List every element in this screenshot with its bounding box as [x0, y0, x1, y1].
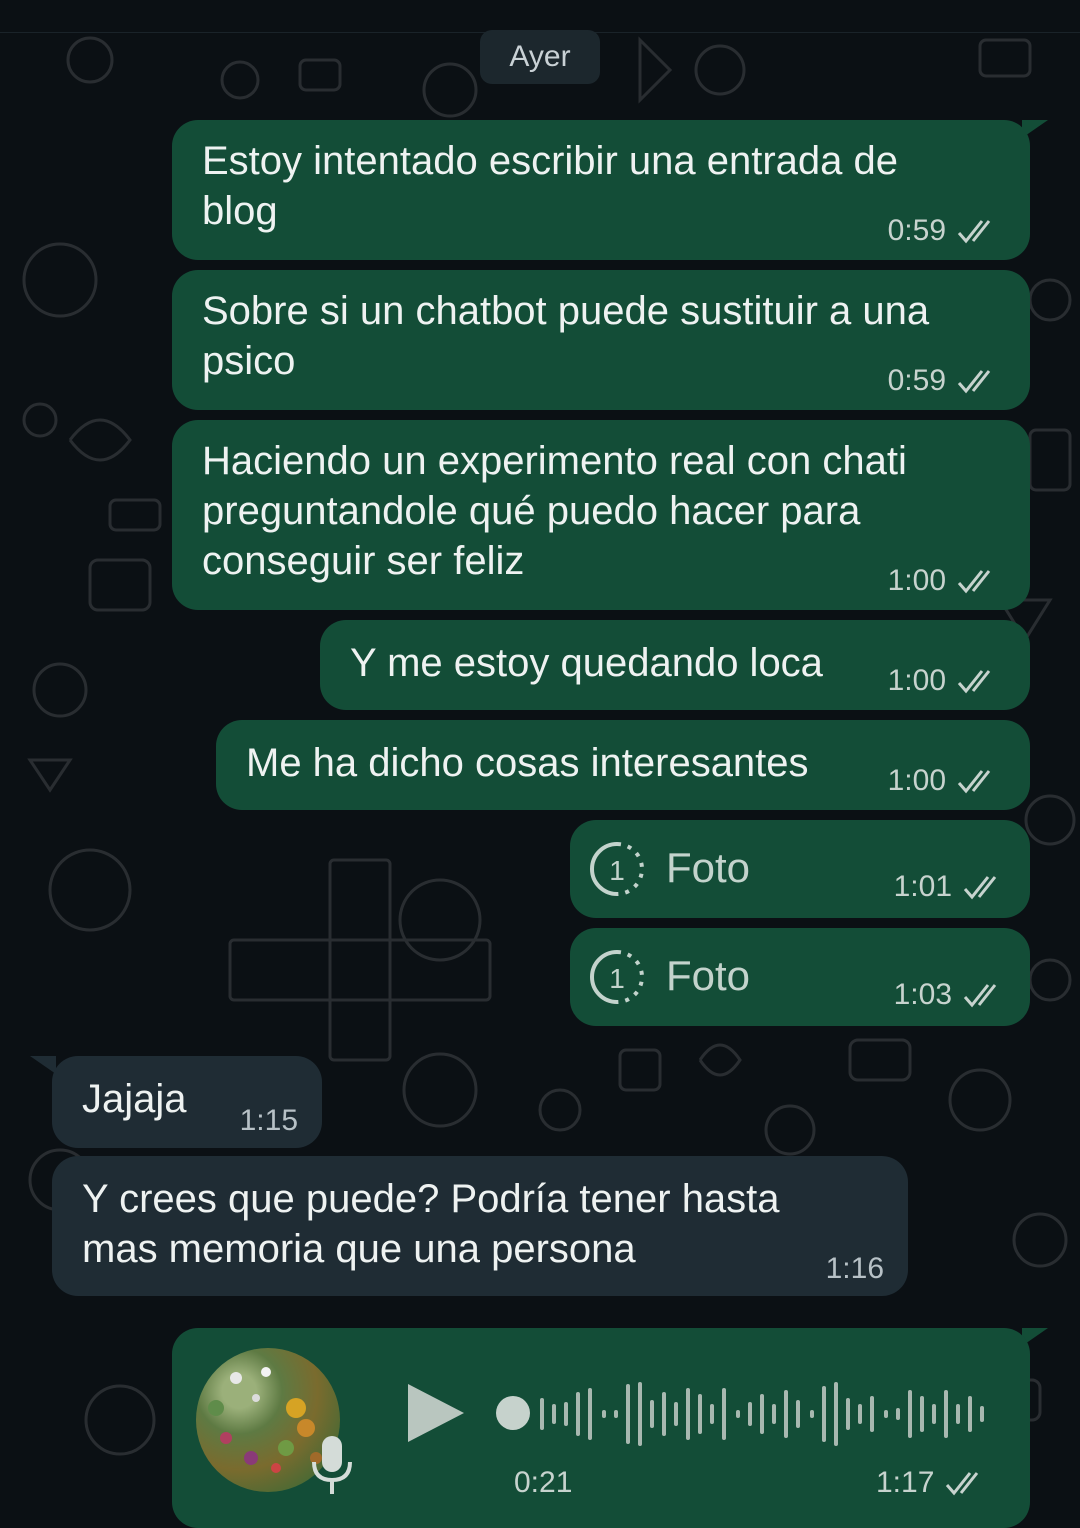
- message-meta: 1:00: [888, 564, 1002, 598]
- message-text: conseguir ser feliz: [202, 539, 525, 583]
- read-ticks-icon: [946, 1472, 979, 1496]
- message-time: 1:03: [893, 978, 952, 1011]
- message-bubble[interactable]: Estoy intentado escribir una entrada de …: [172, 120, 1030, 260]
- message-time: 1:00: [887, 764, 946, 797]
- read-ticks-icon: [957, 670, 991, 694]
- message-time: 1:16: [825, 1252, 884, 1285]
- read-ticks-icon: [957, 570, 991, 594]
- bubble-tail: [1022, 120, 1048, 138]
- message-time: 1:15: [239, 1104, 298, 1137]
- read-ticks-icon: [963, 876, 997, 900]
- message-meta: 0:59: [888, 214, 1002, 248]
- date-separator: Ayer: [480, 30, 600, 84]
- message-meta: 1:17: [876, 1466, 990, 1500]
- message-bubble[interactable]: Me ha dicho cosas interesantes 1:00: [216, 720, 1030, 810]
- view-once-photo-message[interactable]: 1 Foto 1:03: [570, 928, 1030, 1026]
- message-text: blog: [202, 189, 278, 233]
- photo-label: Foto: [666, 952, 751, 999]
- playback-scrubber[interactable]: [496, 1396, 530, 1430]
- message-time: 0:59: [887, 364, 946, 397]
- bubble-tail: [30, 1056, 56, 1074]
- view-once-photo-message[interactable]: 1 Foto 1:01: [570, 820, 1030, 918]
- message-text: Sobre si un chatbot puede sustituir a un…: [202, 289, 930, 333]
- view-once-icon: 1: [590, 842, 645, 896]
- voice-duration: 0:21: [514, 1466, 573, 1499]
- play-icon[interactable]: [402, 1380, 468, 1446]
- message-bubble[interactable]: Y me estoy quedando loca 1:00: [320, 620, 1030, 710]
- message-meta: 1:01: [894, 870, 1008, 904]
- message-time: 1:17: [876, 1466, 935, 1499]
- message-bubble[interactable]: Haciendo un experimento real con chati p…: [172, 420, 1030, 610]
- view-once-icon: 1: [590, 950, 645, 1004]
- message-text: Me ha dicho cosas interesantes: [246, 741, 809, 785]
- message-meta: 1:16: [826, 1252, 884, 1286]
- message-time: 1:00: [887, 564, 946, 597]
- date-separator-label: Ayer: [509, 40, 571, 73]
- message-text: Jajaja: [82, 1077, 187, 1121]
- message-bubble[interactable]: Y crees que puede? Podría tener hasta ma…: [52, 1156, 908, 1296]
- message-meta: 1:03: [894, 978, 1008, 1012]
- status-bar-area: [0, 0, 1080, 33]
- message-meta: 0:59: [888, 364, 1002, 398]
- message-text: preguntandole qué puedo hacer para: [202, 489, 861, 533]
- message-text: mas memoria que una persona: [82, 1227, 636, 1271]
- voice-waveform[interactable]: [538, 1380, 988, 1448]
- message-time: 1:01: [893, 870, 952, 903]
- read-ticks-icon: [963, 984, 997, 1008]
- photo-label: Foto: [666, 844, 751, 891]
- svg-text:1: 1: [609, 963, 625, 994]
- read-ticks-icon: [957, 220, 991, 244]
- read-ticks-icon: [957, 770, 991, 794]
- message-meta: 1:15: [240, 1104, 298, 1138]
- message-text: Y crees que puede? Podría tener hasta: [82, 1177, 780, 1221]
- message-text: psico: [202, 339, 296, 383]
- message-text: Estoy intentado escribir una entrada de: [202, 139, 898, 183]
- message-meta: 1:00: [888, 664, 1002, 698]
- svg-text:1: 1: [609, 855, 625, 886]
- message-time: 1:00: [887, 664, 946, 697]
- message-text: Y me estoy quedando loca: [350, 641, 823, 685]
- read-ticks-icon: [957, 370, 991, 394]
- mic-icon: [312, 1436, 352, 1494]
- message-meta: 1:00: [888, 764, 1002, 798]
- message-time: 0:59: [887, 214, 946, 247]
- message-bubble[interactable]: Sobre si un chatbot puede sustituir a un…: [172, 270, 1030, 410]
- message-bubble[interactable]: Jajaja 1:15: [52, 1056, 322, 1148]
- message-text: Haciendo un experimento real con chati: [202, 439, 907, 483]
